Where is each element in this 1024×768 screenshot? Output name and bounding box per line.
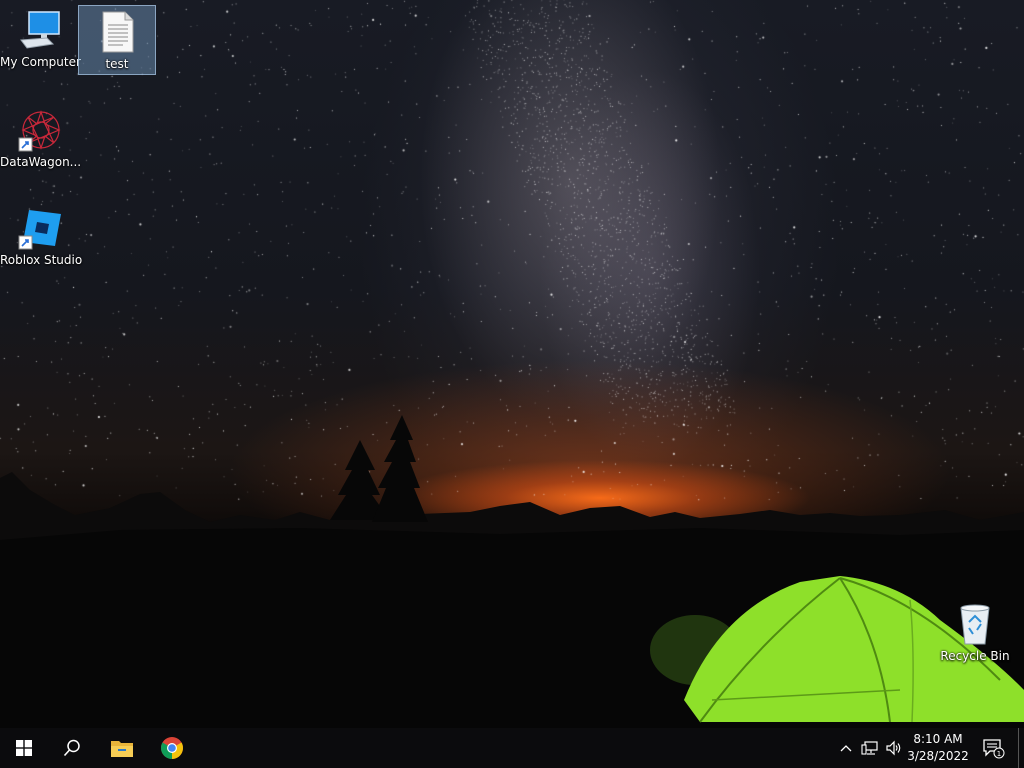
- desktop-icon-label: My Computer: [0, 55, 81, 69]
- show-hidden-icons-button[interactable]: [836, 728, 856, 768]
- speaker-icon: [886, 740, 901, 756]
- start-button[interactable]: [0, 728, 48, 768]
- text-document-icon: [93, 10, 141, 54]
- desktop-icon-datawagon[interactable]: DataWagon...: [0, 104, 82, 174]
- computer-icon: [15, 8, 63, 52]
- desktop-icon-recycle-bin[interactable]: Recycle Bin: [936, 598, 1014, 668]
- clock-date: 3/28/2022: [907, 749, 969, 763]
- chevron-up-icon: [840, 745, 852, 752]
- taskbar-file-explorer[interactable]: [98, 728, 146, 768]
- notification-count: 1: [997, 750, 1001, 758]
- taskbar-clock[interactable]: 8:10 AM 3/28/2022: [902, 731, 974, 765]
- datawagon-logo-icon: [15, 108, 63, 152]
- taskbar-chrome[interactable]: [148, 728, 196, 768]
- desktop-wallpaper[interactable]: My Computer test DataWagon... Roblox Stu…: [0, 0, 1024, 728]
- network-button[interactable]: [858, 728, 882, 768]
- notification-icon: 1: [983, 739, 1005, 759]
- folder-icon: [111, 741, 133, 757]
- desktop-icon-label: DataWagon...: [0, 155, 82, 169]
- windows-logo-icon: [16, 740, 32, 756]
- wallpaper-landscape: [0, 415, 1024, 728]
- desktop-icon-label: Recycle Bin: [940, 649, 1010, 663]
- show-desktop-button[interactable]: [1018, 728, 1024, 768]
- desktop-icon-roblox-studio[interactable]: Roblox Studio: [0, 202, 83, 272]
- recycle-bin-icon: [951, 602, 999, 646]
- desktop-icon-my-computer[interactable]: My Computer: [0, 4, 81, 74]
- desktop-icon-label: test: [105, 57, 129, 71]
- desktop-icon-test[interactable]: test: [78, 5, 156, 75]
- clock-time: 8:10 AM: [913, 732, 963, 746]
- action-center-button[interactable]: 1: [978, 728, 1008, 768]
- search-button[interactable]: [48, 728, 96, 768]
- chrome-icon: [161, 737, 183, 759]
- taskbar: 8:10 AM 3/28/2022 1: [0, 728, 1024, 768]
- desktop-icon-label: Roblox Studio: [0, 253, 83, 267]
- network-icon: [861, 741, 878, 755]
- roblox-studio-icon: [15, 206, 63, 250]
- search-icon: [63, 739, 80, 757]
